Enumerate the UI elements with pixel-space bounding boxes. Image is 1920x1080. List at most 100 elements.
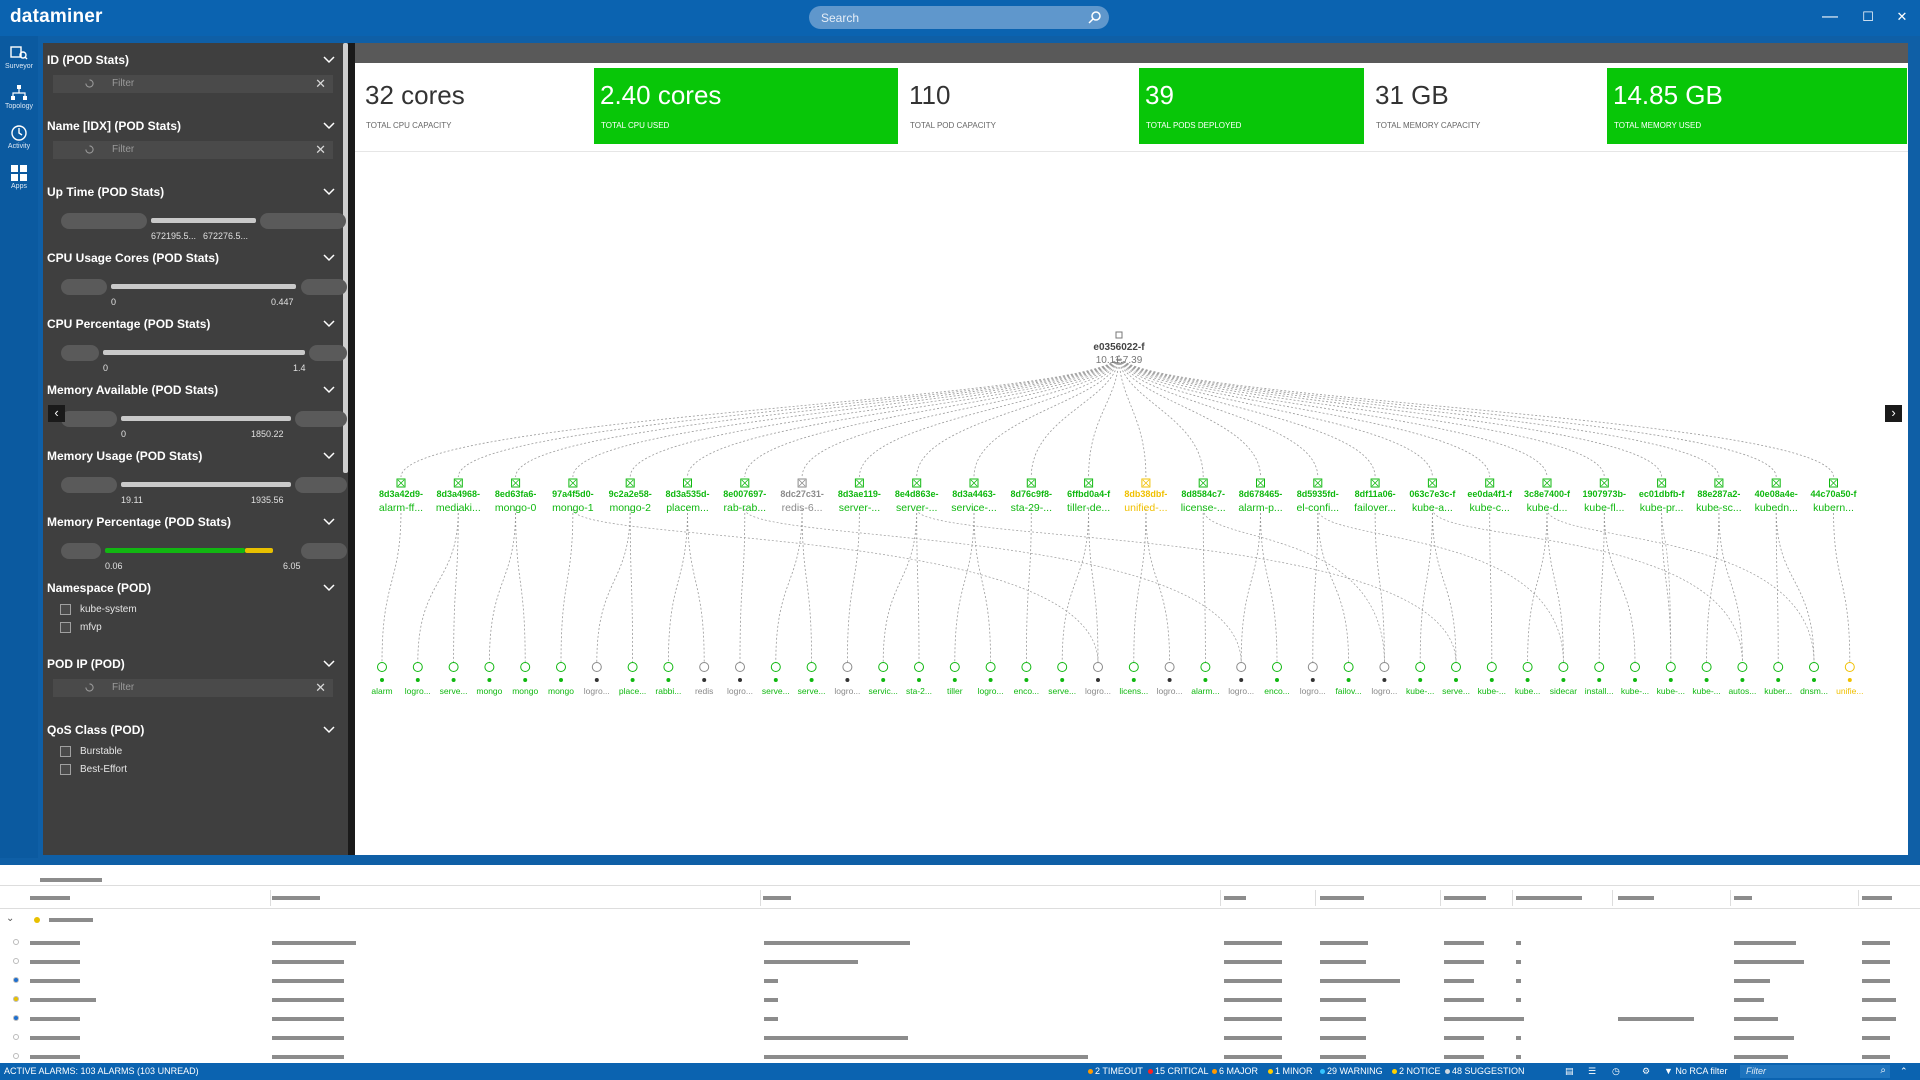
column-header[interactable] <box>1618 896 1654 900</box>
container-node[interactable] <box>627 662 638 672</box>
container-node[interactable] <box>556 662 566 672</box>
chevron-down-icon[interactable] <box>323 384 335 396</box>
container-node[interactable] <box>1844 662 1855 672</box>
chevron-down-icon[interactable] <box>323 658 335 670</box>
pod-id[interactable]: 8e4d863e- <box>895 489 939 499</box>
container-node[interactable] <box>985 662 996 672</box>
range-max-input[interactable] <box>309 345 347 361</box>
filter-input[interactable]: Filter ✕ <box>53 141 333 159</box>
clock-icon[interactable]: ◷ <box>1612 1066 1620 1077</box>
container-node[interactable] <box>1200 662 1211 672</box>
column-header[interactable] <box>1224 896 1246 900</box>
container-node[interactable] <box>520 662 531 672</box>
chevron-down-icon[interactable] <box>323 582 335 594</box>
container-node[interactable] <box>1665 662 1676 672</box>
range-min-input[interactable] <box>61 279 107 295</box>
container-node[interactable] <box>806 662 817 672</box>
container-node[interactable] <box>1128 662 1139 672</box>
alarm-group-row[interactable]: ⌄ <box>0 913 1920 929</box>
column-header[interactable] <box>763 896 791 900</box>
column-header[interactable] <box>30 896 70 900</box>
alarm-row[interactable] <box>0 935 1920 951</box>
container-node[interactable] <box>1594 662 1605 672</box>
pod-id[interactable]: 8ed63fa6- <box>495 489 537 499</box>
settings-icon[interactable]: ⚙ <box>1642 1066 1650 1077</box>
pod-id[interactable]: 44c70a50-f <box>1810 489 1857 499</box>
range-slider[interactable] <box>105 548 245 553</box>
checkbox-mfvp[interactable] <box>60 622 71 633</box>
list-view-icon[interactable]: ▤ <box>1565 1066 1574 1077</box>
pod-id[interactable]: 8e007697- <box>723 489 766 499</box>
clear-icon[interactable]: ✕ <box>315 142 326 158</box>
clear-icon[interactable]: ✕ <box>315 76 326 92</box>
range-max-input[interactable] <box>301 279 347 295</box>
column-separator[interactable] <box>1512 890 1513 906</box>
container-node[interactable] <box>699 662 710 672</box>
range-max-input[interactable] <box>301 543 347 559</box>
container-node[interactable] <box>949 662 960 672</box>
alarm-row[interactable] <box>0 992 1920 1008</box>
container-node[interactable] <box>1272 662 1282 672</box>
filter-scrollbar[interactable] <box>343 43 348 473</box>
search-input[interactable] <box>821 9 1081 26</box>
column-header[interactable] <box>1862 896 1892 900</box>
chevron-down-icon[interactable] <box>323 516 335 528</box>
pod-id[interactable]: ee0da4f1-f <box>1467 489 1513 499</box>
pod-id[interactable]: 6ffbd0a4-f <box>1067 489 1111 499</box>
pod-id[interactable]: 97a4f5d0- <box>552 489 594 499</box>
checkbox-best-effort[interactable] <box>60 764 71 775</box>
alarm-row[interactable] <box>0 1030 1920 1046</box>
column-separator[interactable] <box>270 890 271 906</box>
container-node[interactable] <box>1093 662 1103 672</box>
range-min-input[interactable] <box>61 345 99 361</box>
range-slider[interactable] <box>111 284 296 289</box>
container-node[interactable] <box>591 662 602 672</box>
column-header[interactable] <box>1516 896 1582 900</box>
container-node[interactable] <box>735 662 745 672</box>
pod-id[interactable]: 8d3a42d9- <box>379 489 423 499</box>
column-header[interactable] <box>272 896 320 900</box>
range-slider[interactable] <box>121 416 291 421</box>
container-node[interactable] <box>484 662 495 672</box>
severity-counter[interactable]: 2 TIMEOUT <box>1088 1066 1143 1076</box>
container-node[interactable] <box>914 662 924 672</box>
chevron-down-icon[interactable] <box>323 120 335 132</box>
pod-id[interactable]: 3c8e7400-f <box>1524 489 1571 499</box>
container-node[interactable] <box>663 662 674 672</box>
container-node[interactable] <box>1021 662 1032 672</box>
pod-id[interactable]: 40e08a4e- <box>1755 489 1798 499</box>
pod-id[interactable]: 8df11a06- <box>1355 489 1396 499</box>
chevron-down-icon[interactable] <box>323 724 335 736</box>
minimize-button[interactable]: — <box>1816 4 1844 30</box>
container-node[interactable] <box>1558 662 1569 672</box>
chevron-down-icon[interactable] <box>323 54 335 66</box>
chevron-down-icon[interactable] <box>323 450 335 462</box>
chevron-down-icon[interactable] <box>323 252 335 264</box>
filter-input[interactable]: Filter ✕ <box>53 679 333 697</box>
pod-id[interactable]: 9c2a2e58- <box>609 489 652 499</box>
column-separator[interactable] <box>1858 890 1859 906</box>
pod-id[interactable]: 88e287a2- <box>1697 489 1740 499</box>
container-node[interactable] <box>878 662 889 672</box>
range-slider[interactable] <box>151 218 256 223</box>
range-min-input[interactable] <box>61 213 147 229</box>
container-node[interactable] <box>1486 662 1497 672</box>
pod-id[interactable]: 8d76c9f8- <box>1011 489 1053 499</box>
range-slider[interactable] <box>103 350 305 355</box>
pod-id[interactable]: 8dc27c31- <box>780 489 824 499</box>
column-header[interactable] <box>1320 896 1364 900</box>
pod-id[interactable]: 8d8584c7- <box>1181 489 1225 499</box>
column-separator[interactable] <box>1730 890 1731 906</box>
column-separator[interactable] <box>1315 890 1316 906</box>
rca-filter[interactable]: ▼ No RCA filter <box>1664 1066 1727 1076</box>
severity-counter[interactable]: 2 NOTICE <box>1392 1066 1441 1076</box>
column-separator[interactable] <box>1220 890 1221 906</box>
container-node[interactable] <box>1737 662 1748 672</box>
severity-counter[interactable]: 29 WARNING <box>1320 1066 1383 1076</box>
collapse-left-button[interactable]: ‹ <box>48 405 65 422</box>
expand-icon[interactable]: ⌃ <box>1900 1066 1908 1077</box>
chevron-down-icon[interactable] <box>323 186 335 198</box>
nav-item-surveyor[interactable]: Surveyor <box>0 40 38 80</box>
alarm-row[interactable] <box>0 973 1920 989</box>
chevron-down-icon[interactable] <box>323 318 335 330</box>
